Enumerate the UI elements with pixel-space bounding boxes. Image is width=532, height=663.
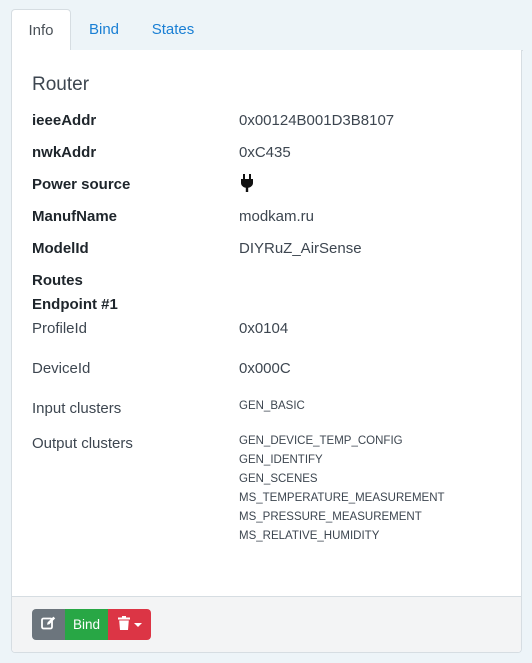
field-value: 0x000C: [239, 360, 291, 377]
output-cluster-list: GEN_DEVICE_TEMP_CONFIG GEN_IDENTIFY GEN_…: [239, 432, 445, 546]
device-info-card: Router ieeeAddr 0x00124B001D3B8107 nwkAd…: [11, 50, 522, 653]
cluster-item: GEN_IDENTIFY: [239, 454, 323, 466]
field-label: ModelId: [32, 240, 89, 257]
delete-dropdown-button[interactable]: [108, 609, 151, 640]
cluster-item: GEN_SCENES: [239, 473, 318, 485]
field-label: DeviceId: [32, 360, 91, 377]
edit-icon: [41, 616, 56, 633]
field-value: 0x00124B001D3B8107: [239, 112, 395, 129]
bind-button[interactable]: Bind: [65, 609, 108, 640]
field-label: nwkAddr: [32, 144, 97, 161]
tab-bind[interactable]: Bind: [75, 9, 133, 51]
cluster-item: MS_RELATIVE_HUMIDITY: [239, 530, 380, 542]
cluster-item: GEN_BASIC: [239, 400, 305, 412]
plug-icon: [241, 174, 253, 196]
cluster-item: MS_PRESSURE_MEASUREMENT: [239, 511, 422, 523]
tab-states[interactable]: States: [141, 9, 205, 51]
field-value: modkam.ru: [239, 208, 315, 225]
tab-info[interactable]: Info: [11, 9, 71, 52]
field-value: 0x0104: [239, 320, 289, 337]
field-label: Output clusters: [32, 435, 133, 452]
input-cluster-list: GEN_BASIC: [239, 397, 305, 416]
chevron-down-icon: [133, 622, 142, 627]
field-label: ProfileId: [32, 320, 88, 337]
field-value: 0xC435: [239, 144, 291, 161]
edit-button[interactable]: [32, 609, 65, 640]
field-label: Power source: [32, 176, 131, 193]
field-value: DIYRuZ_AirSense: [239, 240, 362, 257]
device-type-title: Router: [32, 74, 90, 95]
field-label: ManufName: [32, 208, 118, 225]
tab-bar: Info Bind States: [11, 9, 523, 52]
trash-icon: [117, 616, 130, 633]
field-label: ieeeAddr: [32, 112, 97, 129]
card-footer: Bind: [12, 596, 521, 652]
action-button-group: Bind: [32, 609, 151, 640]
field-label: Input clusters: [32, 400, 122, 417]
cluster-item: MS_TEMPERATURE_MEASUREMENT: [239, 492, 445, 504]
cluster-item: GEN_DEVICE_TEMP_CONFIG: [239, 435, 403, 447]
